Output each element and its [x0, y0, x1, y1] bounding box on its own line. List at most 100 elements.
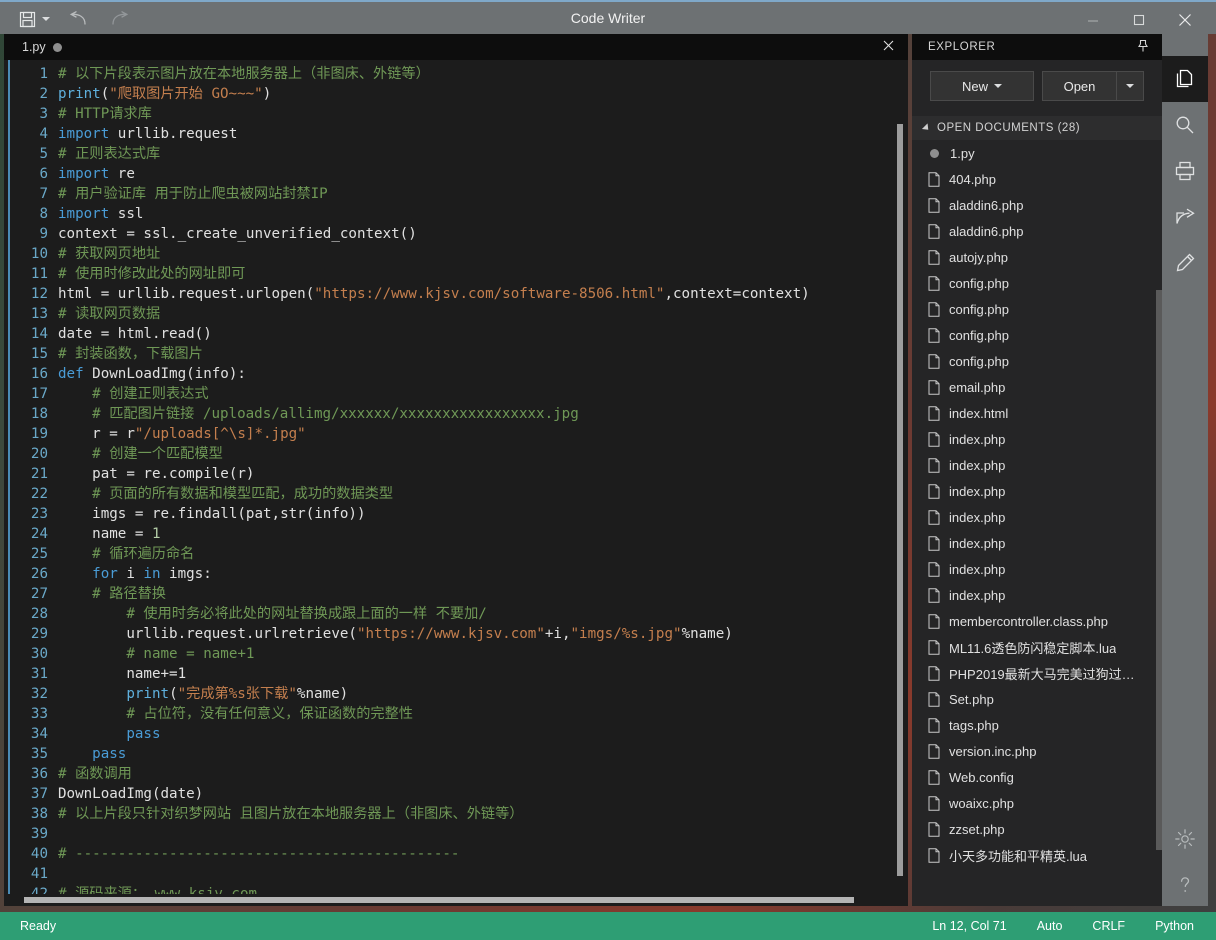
list-item-label: aladdin6.php	[949, 224, 1023, 239]
line-number: 21	[12, 464, 48, 484]
list-item-label: index.php	[949, 562, 1005, 577]
gutter-rule	[8, 60, 10, 906]
code-line: 34 pass	[12, 724, 902, 744]
list-item[interactable]: tags.php	[912, 712, 1162, 738]
list-item[interactable]: aladdin6.php	[912, 218, 1162, 244]
explorer-header: EXPLORER	[912, 34, 1162, 60]
status-cursor-position[interactable]: Ln 12, Col 71	[932, 919, 1006, 933]
pin-icon[interactable]	[1136, 39, 1152, 55]
list-item-label: ML11.6透色防闪稳定脚本.lua	[949, 638, 1116, 657]
list-item[interactable]: version.inc.php	[912, 738, 1162, 764]
document-icon	[928, 770, 940, 785]
document-icon	[928, 666, 940, 681]
open-button[interactable]: Open	[1042, 71, 1116, 101]
document-icon	[928, 432, 940, 447]
line-number: 35	[12, 744, 48, 764]
new-button[interactable]: New	[930, 71, 1034, 101]
code-line: 35 pass	[12, 744, 902, 764]
list-item[interactable]: aladdin6.php	[912, 192, 1162, 218]
list-item[interactable]: autojy.php	[912, 244, 1162, 270]
code-token: # 以上片段只针对织梦网站 且图片放在本地服务器上（非图床、外链等）	[58, 806, 523, 822]
code-token: print	[126, 686, 169, 702]
list-item[interactable]: woaixc.php	[912, 790, 1162, 816]
list-item[interactable]: membercontroller.class.php	[912, 608, 1162, 634]
code-token: import	[58, 206, 109, 222]
list-item[interactable]: PHP2019最新大马完美过狗过宝塔...	[912, 660, 1162, 686]
search-icon[interactable]	[1162, 102, 1208, 148]
document-icon	[928, 640, 940, 655]
status-eol[interactable]: CRLF	[1092, 919, 1125, 933]
list-item[interactable]: index.html	[912, 400, 1162, 426]
list-item[interactable]: index.php	[912, 504, 1162, 530]
status-language[interactable]: Python	[1155, 919, 1194, 933]
editor-vertical-scroll-thumb[interactable]	[897, 124, 903, 876]
list-item[interactable]: Set.php	[912, 686, 1162, 712]
list-item[interactable]: 1.py	[912, 140, 1162, 166]
code-token: pass	[126, 726, 160, 742]
status-indent[interactable]: Auto	[1037, 919, 1063, 933]
editor-horizontal-scrollbar[interactable]	[4, 894, 908, 906]
code-line: 37DownLoadImg(date)	[12, 784, 902, 804]
share-icon[interactable]	[1162, 194, 1208, 240]
code-token: # 路径替换	[58, 586, 166, 602]
save-dropdown-caret-icon[interactable]	[38, 6, 54, 32]
icon-rail	[1162, 34, 1208, 906]
code-token: %name)	[297, 686, 348, 702]
redo-icon[interactable]	[106, 6, 136, 32]
list-item[interactable]: index.php	[912, 426, 1162, 452]
list-item[interactable]: index.php	[912, 530, 1162, 556]
code-line: 7# 用户验证库 用于防止爬虫被网站封禁IP	[12, 184, 902, 204]
code-token: urllib.request	[109, 126, 237, 142]
line-number: 28	[12, 604, 48, 624]
code-editor[interactable]: 1# 以下片段表示图片放在本地服务器上（非图床、外链等）2print("爬取图片…	[4, 60, 908, 906]
list-item[interactable]: index.php	[912, 452, 1162, 478]
list-item[interactable]: 404.php	[912, 166, 1162, 192]
code-token: # 用户验证库 用于防止爬虫被网站封禁IP	[58, 186, 328, 202]
list-item[interactable]: config.php	[912, 270, 1162, 296]
list-item[interactable]: Web.config	[912, 764, 1162, 790]
line-number: 40	[12, 844, 48, 864]
list-item[interactable]: config.php	[912, 322, 1162, 348]
code-line: 16def DownLoadImg(info):	[12, 364, 902, 384]
document-icon	[928, 536, 940, 551]
list-item[interactable]: 小天多功能和平精英.lua	[912, 842, 1162, 868]
code-token: name =	[58, 526, 152, 542]
list-item-label: Set.php	[949, 692, 994, 707]
undo-icon[interactable]	[62, 6, 92, 32]
minimize-icon[interactable]	[1070, 4, 1116, 36]
editor-horizontal-scroll-thumb[interactable]	[24, 897, 854, 903]
open-button-label: Open	[1064, 79, 1096, 94]
list-item[interactable]: config.php	[912, 296, 1162, 322]
list-item[interactable]: index.php	[912, 478, 1162, 504]
open-documents-list[interactable]: 1.py404.phpaladdin6.phpaladdin6.phpautoj…	[912, 140, 1162, 906]
close-icon[interactable]	[1162, 4, 1208, 36]
line-number: 17	[12, 384, 48, 404]
code-content[interactable]: 1# 以下片段表示图片放在本地服务器上（非图床、外链等）2print("爬取图片…	[12, 64, 902, 904]
document-icon	[928, 822, 940, 837]
maximize-icon[interactable]	[1116, 4, 1162, 36]
list-item[interactable]: index.php	[912, 556, 1162, 582]
app-window: Code Writer	[0, 0, 1216, 940]
help-icon[interactable]	[1162, 862, 1208, 908]
code-line: 11# 使用时修改此处的网址即可	[12, 264, 902, 284]
list-item[interactable]: index.php	[912, 582, 1162, 608]
list-item[interactable]: ML11.6透色防闪稳定脚本.lua	[912, 634, 1162, 660]
tab-1py[interactable]: 1.py	[12, 34, 72, 60]
list-item-label: version.inc.php	[949, 744, 1036, 759]
pencil-icon[interactable]	[1162, 240, 1208, 286]
list-item[interactable]: email.php	[912, 374, 1162, 400]
close-icon[interactable]	[880, 39, 896, 55]
open-dropdown-caret-icon[interactable]	[1116, 71, 1144, 101]
list-item[interactable]: zzset.php	[912, 816, 1162, 842]
gear-icon[interactable]	[1162, 816, 1208, 862]
open-documents-section-header[interactable]: OPEN DOCUMENTS (28)	[912, 116, 1162, 140]
documents-icon[interactable]	[1162, 56, 1208, 102]
line-number: 30	[12, 644, 48, 664]
save-icon[interactable]	[14, 6, 40, 32]
editor-vertical-scrollbar[interactable]	[895, 90, 905, 902]
list-item[interactable]: config.php	[912, 348, 1162, 374]
print-icon[interactable]	[1162, 148, 1208, 194]
code-token: re	[109, 166, 135, 182]
code-token: "imgs/%s.jpg"	[571, 626, 682, 642]
line-number: 27	[12, 584, 48, 604]
